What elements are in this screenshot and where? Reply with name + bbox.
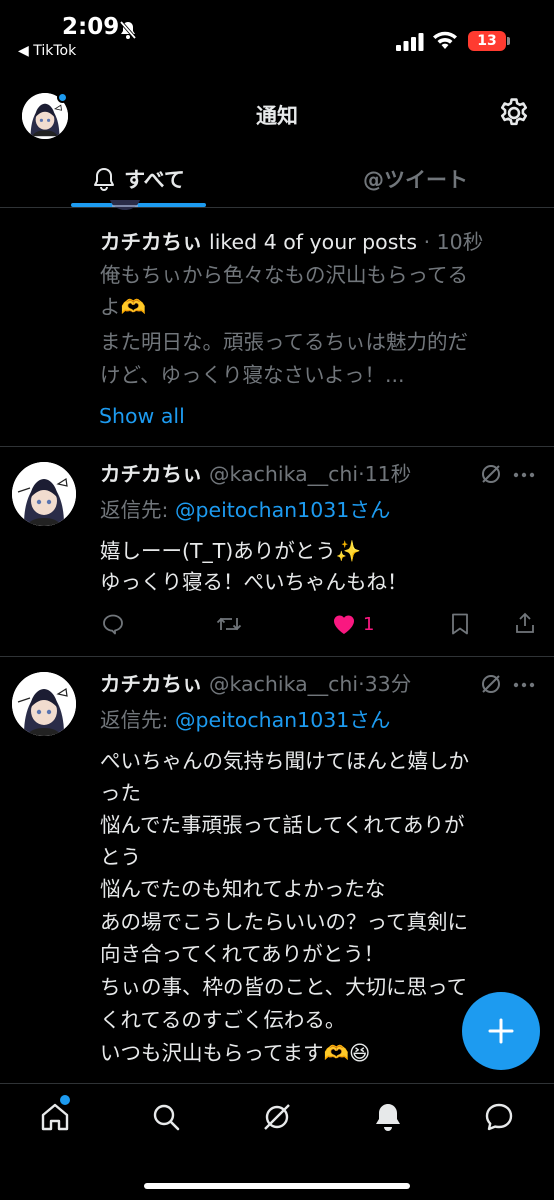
reply-mention-link[interactable]: @peitochan1031さん [175, 498, 390, 522]
tweet-time: ·33分 [358, 672, 412, 696]
divider [0, 446, 554, 447]
battery-indicator: 13 [468, 31, 506, 51]
retweet-icon[interactable] [216, 612, 242, 636]
tweet-text-line: いつも沢山もらってます🫶😆 [100, 1041, 371, 1065]
reply-label: 返信先: [100, 498, 175, 522]
divider [0, 656, 554, 657]
tweet-header[interactable]: カチカちぃ @kachika__chi·11秒 [100, 458, 411, 490]
author-handle: @kachika__chi [209, 672, 359, 696]
messages-icon[interactable] [483, 1101, 515, 1133]
bookmark-icon[interactable] [449, 612, 471, 636]
bell-icon [92, 166, 116, 192]
tweet-header[interactable]: カチカちぃ @kachika__chi·33分 [100, 668, 411, 700]
share-icon[interactable] [513, 611, 537, 635]
like-count: 1 [363, 613, 375, 635]
tweet-text-line: ぺいちゃんの気持ち聞けてほんと嬉しか [100, 749, 469, 773]
tweet-text-line: 悩んでた事頑張って話してくれてありが [100, 813, 465, 837]
compose-plus-icon [487, 1017, 515, 1045]
tweet-text-line: 悩んでたのも知れてよかったな [100, 877, 386, 901]
like-button[interactable]: 1 [331, 612, 374, 636]
liked-post-line: また明日な。頑張ってるちぃは魅力的だ [100, 330, 468, 354]
grok-nav-icon[interactable] [261, 1101, 293, 1133]
signal-icon [396, 33, 424, 51]
tweet-text-line: とう [100, 845, 141, 869]
avatar[interactable] [12, 462, 76, 526]
show-all-link[interactable]: Show all [99, 400, 185, 432]
home-icon[interactable] [39, 1101, 71, 1133]
reply-label: 返信先: [100, 708, 175, 732]
settings-gear-icon[interactable] [497, 96, 531, 130]
tweet-text-line: った [100, 781, 141, 805]
battery-tip [507, 37, 510, 45]
liker-name[interactable]: カチカちぃ [100, 230, 203, 254]
status-time: 2:09 [62, 14, 120, 40]
grok-icon[interactable] [479, 672, 503, 696]
bell-slash-icon [118, 20, 138, 40]
tab-mentions[interactable]: @ツイート [277, 150, 554, 208]
author-handle: @kachika__chi [209, 462, 359, 486]
tweet-text-line: 嬉しーー(T_T)ありがとう✨ [100, 539, 362, 563]
page-title: 通知 [256, 104, 298, 128]
tweet-text-line: ちぃの事、枠の皆のこと、大切に思って [100, 975, 468, 999]
tweet-time: ·11秒 [358, 462, 412, 486]
liked-post-line: 俺もちぃから色々なもの沢山もらってる [100, 263, 468, 287]
bell-filled-icon[interactable] [372, 1101, 404, 1133]
compose-button[interactable] [462, 992, 540, 1070]
tweet-text-line: 向き合ってくれてありがとう！ [100, 942, 385, 966]
author-name[interactable]: カチカちぃ [100, 462, 203, 486]
back-to-tiktok-link[interactable]: ◀ TikTok [18, 43, 76, 59]
reply-icon[interactable] [101, 612, 125, 636]
wifi-icon [432, 31, 458, 51]
liker-avatar-partial [110, 200, 140, 212]
like-notification-header[interactable]: カチカちぃ liked 4 of your posts · 10秒 [100, 226, 483, 258]
reply-context: 返信先: @peitochan1031さん [100, 704, 390, 736]
like-action-text: liked 4 of your posts [202, 230, 418, 254]
tabs-divider [0, 207, 554, 208]
tweet-text-line: くれてるのすごく伝わる。 [100, 1008, 346, 1032]
home-indicator [144, 1183, 410, 1189]
reply-mention-link[interactable]: @peitochan1031さん [175, 708, 390, 732]
avatar[interactable] [12, 672, 76, 736]
home-notification-dot [60, 1095, 70, 1105]
like-time: · 10秒 [417, 230, 484, 254]
author-name[interactable]: カチカちぃ [100, 672, 203, 696]
liked-post-line: けど、ゆっくり寝なさいよっ！... [100, 363, 405, 387]
search-icon[interactable] [150, 1101, 182, 1133]
tweet-text-line: ゆっくり寝る！ぺいちゃんもね！ [100, 570, 408, 594]
heart-icon [331, 612, 357, 636]
tab-mentions-label: @ツイート [363, 168, 468, 192]
liked-post-line: よ🫶 [100, 295, 147, 319]
reply-context: 返信先: @peitochan1031さん [100, 494, 390, 526]
grok-icon[interactable] [479, 462, 503, 486]
more-icon[interactable] [513, 472, 535, 478]
tweet-text-line: あの場でこうしたらいいの？って真剣に [100, 910, 468, 934]
tab-all-label: すべて [124, 168, 185, 192]
more-icon[interactable] [513, 682, 535, 688]
